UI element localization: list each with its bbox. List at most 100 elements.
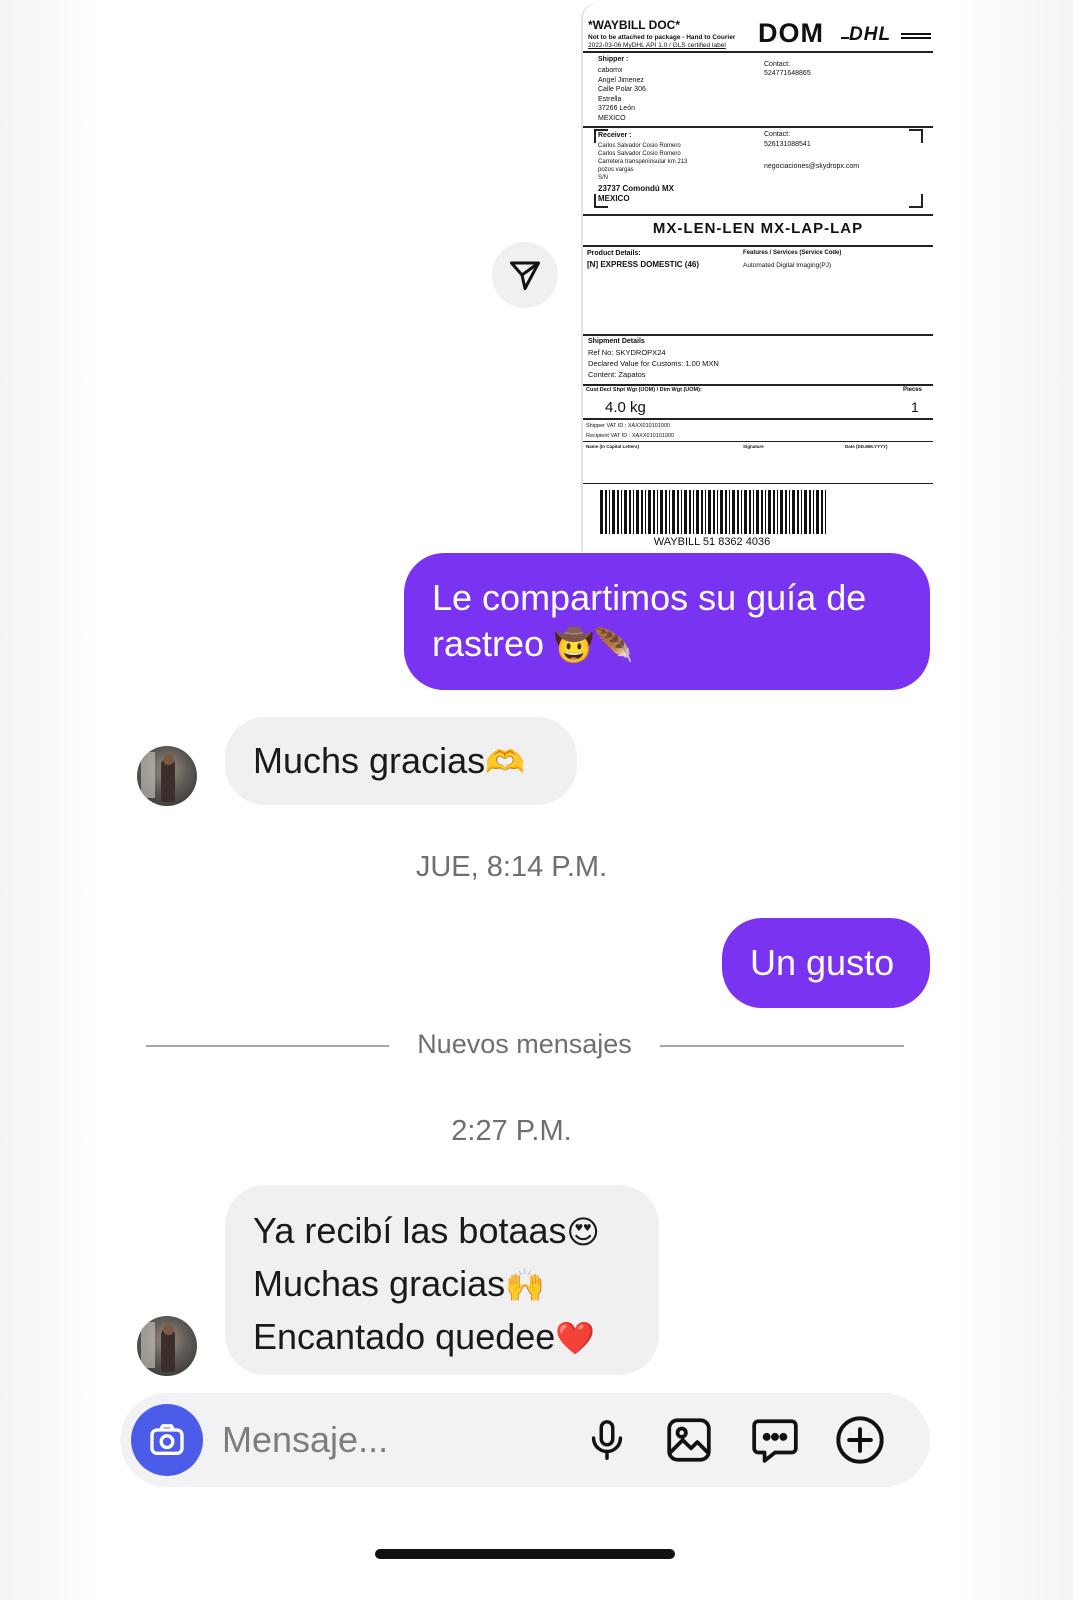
incoming-message[interactable]: Ya recibí las botaas😍 Muchas gracias🙌 En…	[225, 1185, 659, 1375]
barcode-bar	[617, 490, 619, 534]
barcode-bar	[717, 490, 718, 534]
barcode-bar	[809, 490, 811, 534]
route-code: MX-LEN-LEN MX-LAP-LAP	[652, 220, 864, 237]
barcode-bar	[633, 490, 634, 534]
barcode-bar	[713, 490, 715, 534]
shipper-address: cabomx Angel Jimenez Calle Polar 306 Est…	[598, 67, 646, 122]
barcode-bar	[624, 490, 627, 534]
left-edge-shade	[0, 0, 100, 1600]
barcode-bar	[609, 490, 610, 534]
barcode-bar	[761, 490, 763, 534]
barcode-bar	[660, 490, 663, 534]
outgoing-message[interactable]: Le compartimos su guía de rastreo 🤠🪶	[404, 553, 930, 690]
home-indicator	[375, 1549, 675, 1559]
barcode-bar	[648, 490, 651, 534]
barcode-bar	[773, 490, 775, 534]
signature-label: Signature	[743, 444, 764, 449]
barcode-bar	[684, 490, 687, 534]
date-label: Date (DD.MM.YYYY)	[845, 444, 888, 449]
barcode-bar	[732, 490, 735, 534]
barcode-bar	[705, 490, 706, 534]
barcode-bar	[629, 490, 631, 534]
barcode-bar	[780, 490, 783, 534]
more-button[interactable]	[833, 1413, 887, 1467]
message-emoji: 😍	[566, 1214, 600, 1250]
dhl-logo-icon: DHL	[841, 24, 931, 44]
product-value: [N] EXPRESS DOMESTIC (46)	[587, 260, 700, 269]
barcode-bar	[801, 490, 802, 534]
send-icon	[510, 261, 540, 290]
message-text: Le compartimos su guía de rastreo	[432, 577, 867, 664]
label-divider	[583, 126, 933, 128]
outgoing-message[interactable]: Un gusto	[722, 918, 930, 1008]
avatar[interactable]	[137, 746, 197, 806]
timestamp: JUE, 8:14 P.M.	[415, 851, 608, 883]
incoming-message[interactable]: Muchs gracias🫶	[225, 717, 577, 805]
barcode-bar	[696, 490, 699, 534]
barcode-bar	[672, 490, 675, 534]
receiver-address: Carlos Salvador Cosio Romero Carlos Salv…	[598, 143, 688, 181]
message-text: Un gusto	[750, 942, 895, 983]
message-line: Muchas gracias🙌	[253, 1263, 545, 1304]
barcode-bar	[701, 490, 703, 534]
barcode-bar	[621, 490, 622, 534]
plus-circle-icon	[836, 1416, 884, 1464]
label-divider	[583, 483, 933, 484]
barcode-bar	[708, 490, 711, 534]
barcode-bar	[693, 490, 694, 534]
voice-button[interactable]	[580, 1413, 634, 1467]
sticker-button[interactable]	[748, 1413, 802, 1467]
avatar[interactable]	[137, 1316, 197, 1376]
receiver-contact: 526131088541	[764, 141, 811, 148]
name-label: Name (In Capital Letters)	[586, 444, 640, 449]
barcode-bar	[765, 490, 766, 534]
product-heading: Product Details:	[587, 250, 641, 257]
barcode-bar	[689, 490, 691, 534]
features-heading: Features / Services (Service Code)	[743, 250, 842, 256]
corner-mark	[909, 194, 923, 208]
receiver-contact-label: Contact:	[764, 131, 791, 138]
barcode-bar	[605, 490, 607, 534]
barcode-bar	[821, 490, 823, 534]
label-note: Not to be attached to package - Hand to …	[588, 34, 736, 41]
shipment-heading: Shipment Details	[588, 338, 645, 345]
camera-icon	[150, 1424, 184, 1455]
barcode-bar	[681, 490, 682, 534]
right-edge-shade	[953, 0, 1073, 1600]
message-emoji: 🤠🪶	[554, 627, 634, 663]
label-divider	[583, 51, 933, 53]
waybill-number: WAYBILL 51 8362 4036	[653, 536, 771, 548]
share-button[interactable]	[492, 242, 558, 308]
receiver-heading: Receiver :	[598, 132, 632, 139]
barcode-bar	[645, 490, 646, 534]
receiver-email: negociaciones@skydropx.com	[764, 163, 860, 170]
sticker-chat-icon	[752, 1419, 798, 1463]
message-line: Ya recibí las botaas😍	[253, 1210, 600, 1251]
barcode	[600, 490, 826, 534]
shipper-heading: Shipper :	[598, 56, 629, 63]
barcode-bar	[753, 490, 754, 534]
label-service-code: DOM	[758, 18, 824, 48]
barcode-bar	[789, 490, 790, 534]
label-divider	[583, 214, 933, 216]
label-divider	[583, 418, 933, 420]
barcode-bar	[741, 490, 742, 534]
barcode-bar	[785, 490, 787, 534]
chat-screen: *WAYBILL DOC* Not to be attached to pack…	[0, 0, 1073, 1600]
shipping-label-image[interactable]: *WAYBILL DOC* Not to be attached to pack…	[583, 4, 933, 552]
barcode-bar	[729, 490, 730, 534]
label-title: *WAYBILL DOC*	[588, 18, 681, 32]
message-line: Encantado quedee❤️	[253, 1316, 596, 1357]
barcode-bar	[641, 490, 643, 534]
vat-ids: Shipper VAT ID : XAXX010101000 Recipient…	[586, 423, 675, 439]
barcode-bar	[725, 490, 727, 534]
gallery-button[interactable]	[662, 1413, 716, 1467]
camera-button[interactable]	[131, 1404, 203, 1476]
barcode-bar	[657, 490, 658, 534]
barcode-bar	[777, 490, 778, 534]
barcode-bar	[792, 490, 795, 534]
message-input[interactable]	[222, 1416, 562, 1464]
barcode-bar	[612, 490, 615, 534]
message-emoji: 🫶	[485, 744, 525, 780]
new-messages-label: Nuevos mensajes	[417, 1029, 632, 1059]
